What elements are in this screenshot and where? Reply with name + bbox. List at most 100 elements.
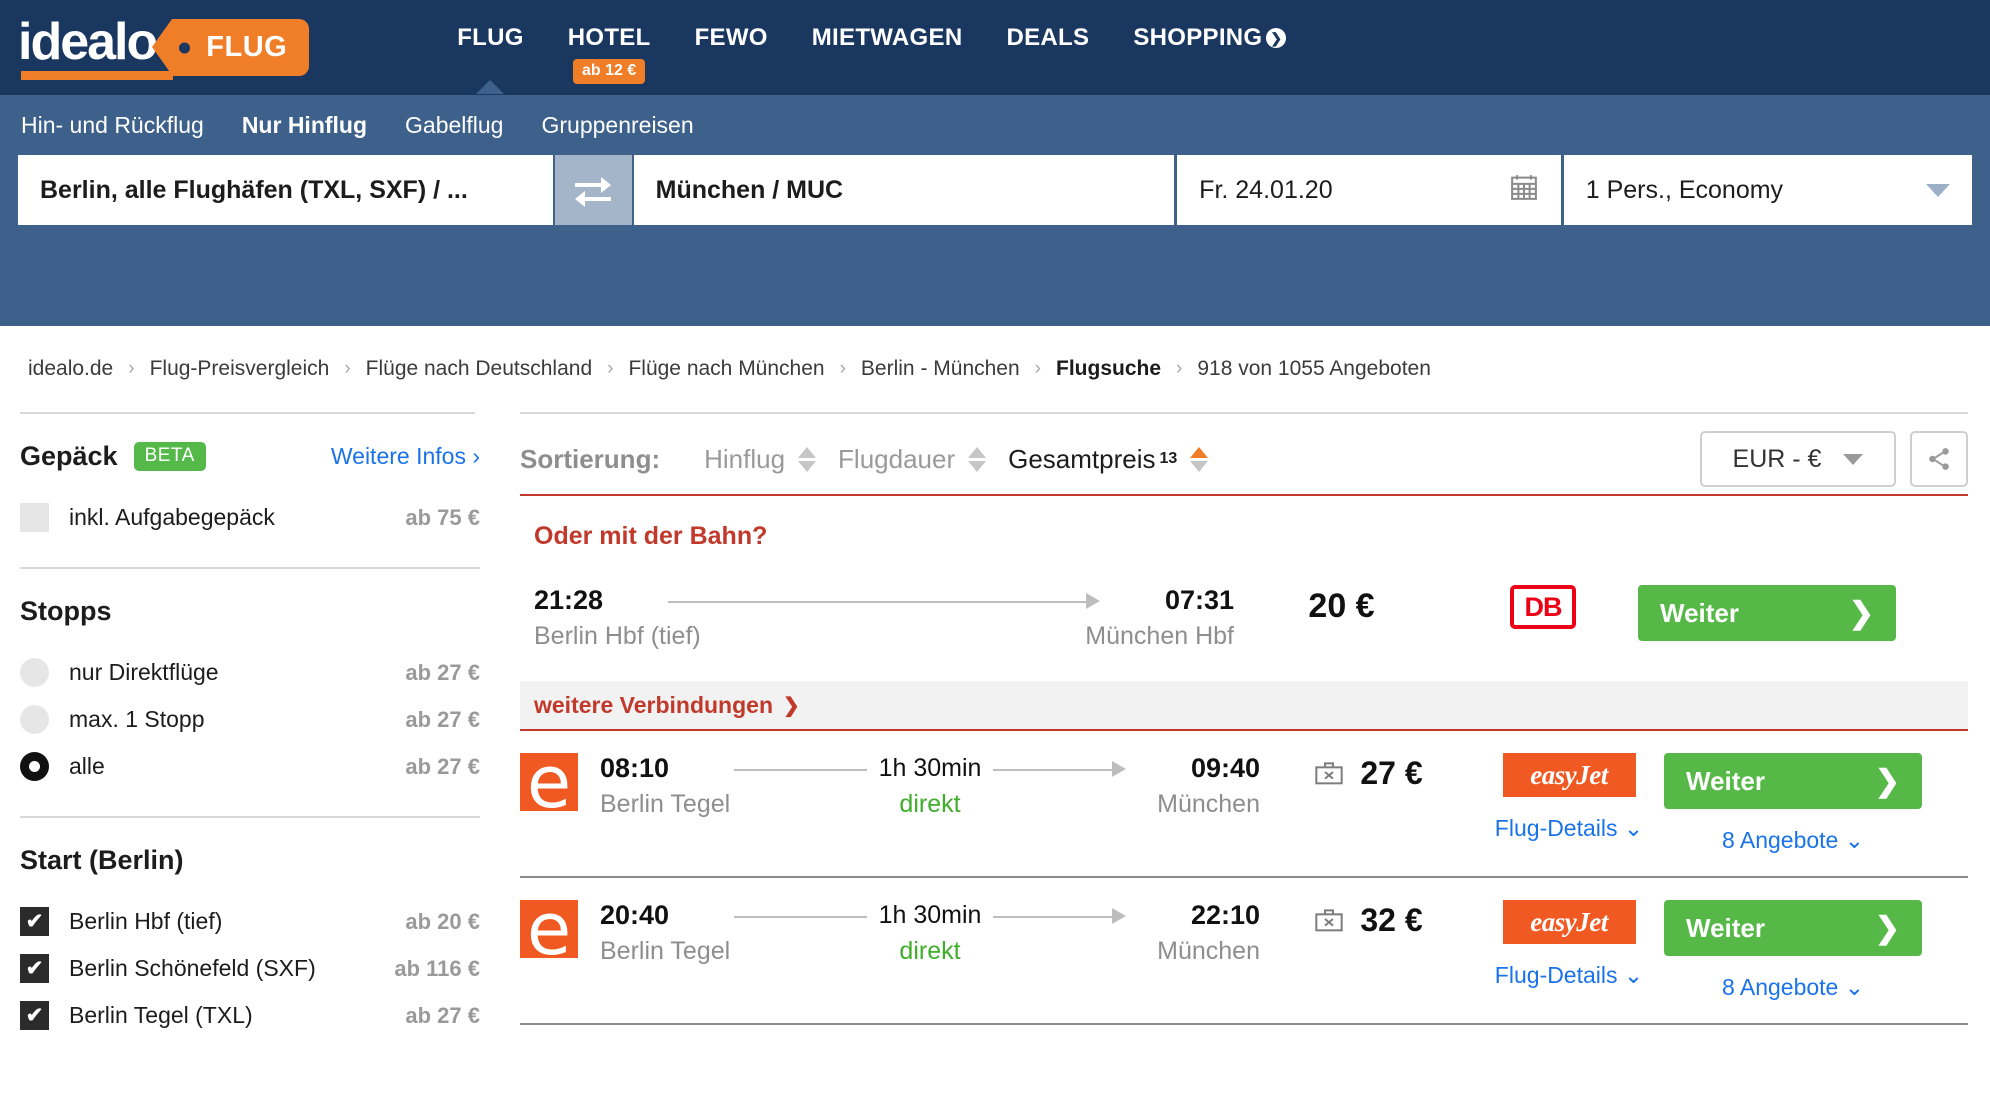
filter-price: ab 27 € (405, 659, 480, 685)
radio-max-1-stopp[interactable] (20, 705, 49, 734)
flug-details-link[interactable]: Flug-Details ⌄ (1495, 815, 1643, 842)
breadcrumb-item-berlin-muenchen[interactable]: Berlin - München (861, 357, 1020, 381)
arrow-down-icon (798, 460, 817, 472)
arrow-up-icon (1190, 446, 1209, 458)
idealo-wordmark: idealo (18, 16, 173, 80)
breadcrumb-separator: › (607, 358, 614, 379)
filter-berlin-tegel[interactable]: ✔ Berlin Tegel (TXL) ab 27 € (20, 992, 480, 1039)
flight-result-row[interactable]: e 08:10 1h 30min 09:40 Berlin Tegel dire… (520, 731, 1968, 854)
logo-glyph: e (526, 900, 572, 958)
filter-alle[interactable]: alle ab 27 € (20, 743, 480, 790)
start-filter-header: Start (Berlin) (20, 818, 480, 898)
train-price: 20 € (1308, 587, 1375, 625)
flight-arrive-place: München (1157, 937, 1260, 965)
train-result-row[interactable]: 21:28 07:31 Berlin Hbf (tief) München Hb… (520, 581, 1968, 651)
trip-type-tabs: Hin- und Rückflug Nur Hinflug Gabelflug … (18, 95, 1972, 155)
checkbox-berlin-hbf[interactable]: ✔ (20, 907, 49, 936)
nav-label-hotel: HOTEL (567, 24, 651, 51)
arrow-down-icon (968, 460, 987, 472)
checkbox-aufgabegepaeck[interactable] (20, 503, 49, 532)
breadcrumb-item-idealo[interactable]: idealo.de (28, 357, 113, 381)
baggage-filter-header: Gepäck BETA Weitere Infos › (20, 414, 480, 494)
arrow-right-icon (1112, 760, 1126, 777)
flight-arrive-time: 09:40 (1190, 753, 1260, 783)
flight-arrive-place: München (1157, 790, 1260, 818)
chevron-right-icon: ❯ (1874, 911, 1900, 945)
sort-footnote-marker: 13 (1159, 450, 1178, 467)
origin-input[interactable]: Berlin, alle Flughäfen (TXL, SXF) / ... (18, 155, 553, 225)
train-cta-cell: Weiter ❯ (1637, 585, 1897, 641)
filter-aufgabegepaeck[interactable]: inkl. Aufgabegepäck ab 75 € (20, 494, 480, 541)
train-weiter-button[interactable]: Weiter ❯ (1638, 585, 1896, 641)
nav-item-shopping[interactable]: SHOPPING ❯ (1133, 24, 1287, 52)
more-connections-bar[interactable]: weitere Verbindungen ❯ (520, 681, 1968, 729)
nav-label-mietwagen: MIETWAGEN (811, 24, 963, 51)
filter-label: Berlin Tegel (TXL) (69, 1002, 253, 1028)
radio-nur-direktfluege[interactable] (20, 658, 49, 687)
breadcrumb-item-flug-preisvergleich[interactable]: Flug-Preisvergleich (150, 357, 330, 381)
filter-max-1-stopp[interactable]: max. 1 Stopp ab 27 € (20, 696, 480, 743)
chevron-down-icon: ⌄ (1623, 815, 1644, 841)
tab-hin-und-rueckflug[interactable]: Hin- und Rückflug (21, 112, 204, 139)
sort-option-gesamtpreis[interactable]: Gesamtpreis 13 (1008, 444, 1209, 475)
results-panel: Sortierung: Hinflug Flugdauer Gesamtprei… (502, 412, 1990, 1112)
idealo-flug-logo[interactable]: idealo FLUG (18, 16, 310, 80)
breadcrumb-item-fluege-deutschland[interactable]: Flüge nach Deutschland (366, 357, 592, 381)
nav-badge-hotel: ab 12 € (573, 59, 646, 84)
tab-gruppenreisen[interactable]: Gruppenreisen (541, 112, 693, 139)
checkbox-berlin-schoenefeld[interactable]: ✔ (20, 954, 49, 983)
chevron-down-icon (1843, 453, 1864, 465)
flight-weiter-button[interactable]: Weiter ❯ (1664, 900, 1922, 956)
sort-option-hinflug[interactable]: Hinflug (704, 444, 817, 475)
filter-nur-direktfluege[interactable]: nur Direktflüge ab 27 € (20, 649, 480, 696)
breadcrumb-item-fluege-muenchen[interactable]: Flüge nach München (628, 357, 824, 381)
nav-item-mietwagen[interactable]: MIETWAGEN (812, 24, 963, 52)
filter-berlin-schoenefeld[interactable]: ✔ Berlin Schönefeld (SXF) ab 116 € (20, 945, 480, 992)
flight-cta-cell: Weiter ❯ 8 Angebote ⌄ (1663, 900, 1923, 1001)
easyjet-e-icon: e (520, 900, 578, 958)
nav-item-fewo[interactable]: FEWO (695, 24, 768, 52)
date-input[interactable]: Fr. 24.01.20 (1177, 155, 1561, 225)
logo-underline (21, 70, 173, 80)
filter-sidebar: Gepäck BETA Weitere Infos › inkl. Aufgab… (0, 412, 502, 1112)
flight-weiter-label: Weiter (1686, 765, 1765, 796)
logo-glyph: e (526, 753, 572, 811)
flug-tag[interactable]: FLUG (152, 19, 310, 76)
filter-price: ab 116 € (394, 955, 480, 981)
arrow-right-icon (1112, 907, 1126, 924)
angebote-label: 8 Angebote (1721, 974, 1839, 1000)
train-times: 21:28 07:31 (534, 585, 1234, 616)
destination-input[interactable]: München / MUC (633, 155, 1175, 225)
flight-weiter-button[interactable]: Weiter ❯ (1664, 753, 1922, 809)
flight-times: 08:10 1h 30min 09:40 (600, 753, 1260, 784)
nav-item-hotel[interactable]: HOTEL ab 12 € (568, 24, 651, 84)
checkbox-berlin-tegel[interactable]: ✔ (20, 1001, 49, 1030)
main-navigation: FLUG HOTEL ab 12 € FEWO MIETWAGEN DEALS … (457, 0, 1287, 95)
tab-nur-hinflug[interactable]: Nur Hinflug (242, 112, 367, 139)
filter-label: alle (69, 753, 105, 779)
angebote-link[interactable]: 8 Angebote ⌄ (1722, 827, 1864, 854)
weitere-infos-link[interactable]: Weitere Infos › (331, 443, 480, 470)
currency-select[interactable]: EUR - € (1700, 431, 1896, 487)
flight-cta-cell: Weiter ❯ 8 Angebote ⌄ (1663, 753, 1923, 854)
tab-gabelflug[interactable]: Gabelflug (405, 112, 503, 139)
filter-price: ab 20 € (405, 908, 480, 934)
train-brand-cell: DB (1449, 585, 1637, 629)
bahn-heading: Oder mit der Bahn? (534, 522, 768, 550)
nav-item-deals[interactable]: DEALS (1006, 24, 1089, 52)
passengers-select[interactable]: 1 Pers., Economy (1563, 155, 1973, 225)
share-button[interactable] (1910, 431, 1968, 487)
route-line (668, 600, 1088, 603)
radio-alle[interactable] (20, 752, 49, 781)
angebote-link[interactable]: 8 Angebote ⌄ (1722, 974, 1864, 1001)
flight-result-row[interactable]: e 20:40 1h 30min 22:10 Berlin Tegel dire… (520, 878, 1968, 1001)
filter-label: nur Direktflüge (69, 659, 219, 685)
sort-arrows-icon (798, 446, 817, 472)
flug-details-link[interactable]: Flug-Details ⌄ (1495, 962, 1643, 989)
filter-berlin-hbf[interactable]: ✔ Berlin Hbf (tief) ab 20 € (20, 898, 480, 945)
nav-item-flug[interactable]: FLUG (457, 24, 524, 52)
sort-option-flugdauer[interactable]: Flugdauer (838, 444, 987, 475)
swap-airports-button[interactable] (554, 155, 632, 225)
breadcrumb-offer-count: 918 von 1055 Angeboten (1197, 357, 1431, 380)
calendar-icon[interactable] (1509, 172, 1539, 209)
